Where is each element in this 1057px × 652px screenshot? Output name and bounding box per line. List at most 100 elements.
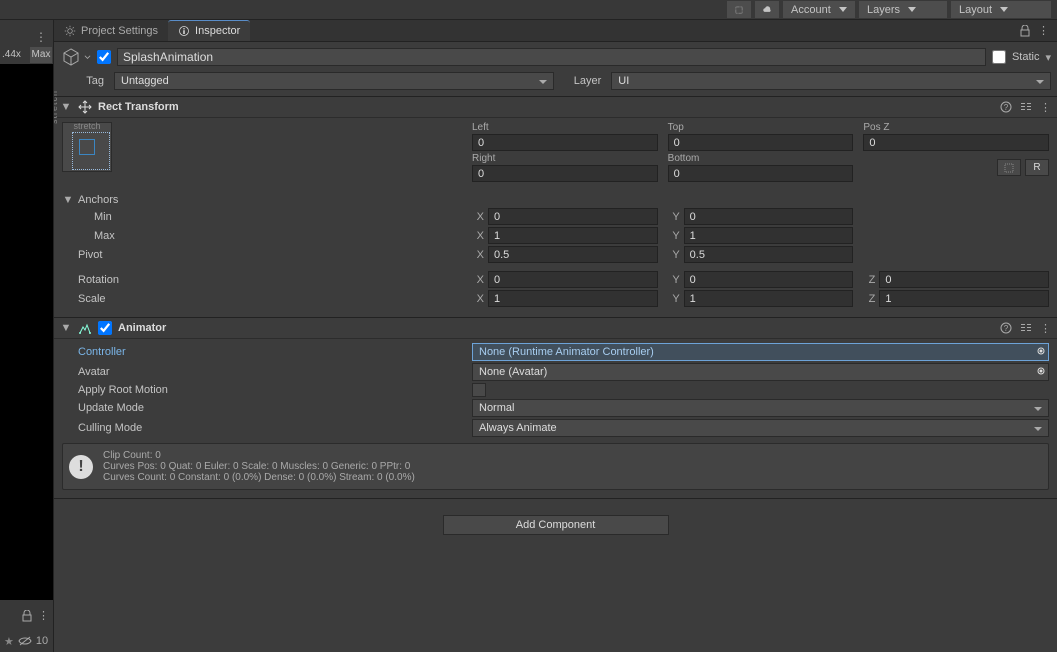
pivot-label: Pivot bbox=[62, 249, 472, 261]
layers-dropdown[interactable]: Layers bbox=[859, 1, 947, 18]
controller-label: Controller bbox=[62, 346, 472, 358]
posz-field[interactable] bbox=[863, 134, 1049, 151]
static-label: Static bbox=[1012, 51, 1040, 63]
component-menu-icon[interactable]: ⋮ bbox=[1040, 322, 1051, 335]
layout-dropdown[interactable]: Layout bbox=[951, 1, 1051, 18]
svg-text:?: ? bbox=[1004, 103, 1009, 112]
animator-header[interactable]: ▼ Animator ? ⋮ bbox=[54, 317, 1057, 339]
hidden-icon[interactable] bbox=[18, 636, 32, 646]
collab-icon[interactable] bbox=[727, 1, 751, 18]
preview-viewport bbox=[0, 64, 53, 600]
culling-mode-dropdown[interactable]: Always Animate bbox=[472, 419, 1049, 437]
rotation-x[interactable] bbox=[488, 271, 658, 288]
inspector-lock-icon[interactable] bbox=[1020, 25, 1030, 37]
avatar-label: Avatar bbox=[62, 366, 472, 378]
animator-body: Controller None (Runtime Animator Contro… bbox=[54, 339, 1057, 498]
anchor-min-label: Min bbox=[62, 211, 472, 223]
pivot-x[interactable] bbox=[488, 246, 658, 263]
anchors-foldout-icon[interactable]: ▼ bbox=[62, 194, 74, 206]
animator-title: Animator bbox=[118, 322, 994, 334]
apply-root-motion-checkbox[interactable] bbox=[472, 383, 486, 397]
animator-info-box: ! Clip Count: 0 Curves Pos: 0 Quat: 0 Eu… bbox=[62, 443, 1049, 490]
add-component-button[interactable]: Add Component bbox=[443, 515, 669, 535]
favorite-icon[interactable]: ★ bbox=[4, 635, 14, 648]
info-line1: Clip Count: 0 bbox=[103, 450, 415, 461]
tab-strip: Project Settings Inspector ⋮ bbox=[54, 20, 1057, 42]
inspector-menu-icon[interactable]: ⋮ bbox=[1038, 24, 1049, 37]
avatar-field[interactable]: None (Avatar) bbox=[472, 363, 1049, 381]
update-mode-dropdown[interactable]: Normal bbox=[472, 399, 1049, 417]
rotation-label: Rotation bbox=[62, 274, 472, 286]
account-dropdown[interactable]: Account bbox=[783, 1, 855, 18]
animator-icon bbox=[78, 321, 92, 335]
anchor-preset-button[interactable]: stretch stretch bbox=[62, 122, 112, 172]
scale-x[interactable] bbox=[488, 290, 658, 307]
bottom-field[interactable] bbox=[668, 165, 854, 182]
apply-root-motion-label: Apply Root Motion bbox=[62, 384, 472, 396]
rotation-z[interactable] bbox=[879, 271, 1049, 288]
left-panel: ⋮ .44x Max ⋮ ★ 10 bbox=[0, 20, 54, 652]
anchors-label: Anchors bbox=[78, 194, 118, 206]
gameobject-icon-dropdown[interactable] bbox=[84, 54, 91, 61]
culling-mode-label: Culling Mode bbox=[62, 422, 472, 434]
update-mode-label: Update Mode bbox=[62, 402, 472, 414]
hidden-count: 10 bbox=[36, 635, 48, 647]
object-picker-icon[interactable] bbox=[1032, 366, 1046, 380]
warning-icon: ! bbox=[69, 455, 93, 479]
help-icon[interactable]: ? bbox=[1000, 322, 1012, 335]
rotation-y[interactable] bbox=[684, 271, 854, 288]
gameobject-name-field[interactable] bbox=[117, 48, 986, 66]
anchor-max-label: Max bbox=[62, 230, 472, 242]
right-field[interactable] bbox=[472, 165, 658, 182]
gameobject-icon[interactable] bbox=[60, 46, 82, 68]
preset-icon[interactable] bbox=[1020, 322, 1032, 335]
lock-icon[interactable] bbox=[22, 610, 32, 622]
info-line2: Curves Pos: 0 Quat: 0 Euler: 0 Scale: 0 … bbox=[103, 461, 415, 472]
rect-transform-icon bbox=[78, 100, 92, 114]
blueprint-mode-button[interactable] bbox=[997, 159, 1021, 176]
panel-menu-icon-2[interactable]: ⋮ bbox=[38, 609, 49, 622]
scale-label: Scale bbox=[62, 293, 472, 305]
help-icon[interactable]: ? bbox=[1000, 101, 1012, 114]
component-menu-icon[interactable]: ⋮ bbox=[1040, 101, 1051, 114]
object-picker-icon[interactable] bbox=[1032, 346, 1046, 360]
foldout-icon[interactable]: ▼ bbox=[60, 101, 72, 113]
preset-icon[interactable] bbox=[1020, 101, 1032, 114]
pivot-y[interactable] bbox=[684, 246, 854, 263]
tag-dropdown[interactable]: Untagged bbox=[114, 72, 554, 90]
scale-value: .44x bbox=[2, 49, 21, 60]
left-field[interactable] bbox=[472, 134, 658, 151]
inspector-panel: Static ▾ Tag Untagged Layer UI ▼ Rect Tr… bbox=[54, 42, 1057, 652]
anchor-max-y[interactable] bbox=[684, 227, 854, 244]
gear-icon bbox=[64, 25, 76, 37]
info-icon bbox=[178, 25, 190, 37]
maximize-button[interactable]: Max bbox=[30, 47, 52, 63]
anchor-min-x[interactable] bbox=[488, 208, 658, 225]
layer-dropdown[interactable]: UI bbox=[611, 72, 1051, 90]
anchor-max-x[interactable] bbox=[488, 227, 658, 244]
rect-transform-body: stretch stretch Left Top Pos Z Right Bot… bbox=[54, 118, 1057, 317]
gameobject-header: Static ▾ bbox=[54, 42, 1057, 72]
tag-label: Tag bbox=[60, 75, 108, 87]
scale-z[interactable] bbox=[879, 290, 1049, 307]
gameobject-active-checkbox[interactable] bbox=[97, 50, 111, 64]
panel-menu-icon[interactable]: ⋮ bbox=[35, 30, 47, 44]
top-field[interactable] bbox=[668, 134, 854, 151]
scale-y[interactable] bbox=[684, 290, 854, 307]
anchor-min-y[interactable] bbox=[684, 208, 854, 225]
raw-edit-button[interactable]: R bbox=[1025, 159, 1049, 176]
info-line3: Curves Count: 0 Constant: 0 (0.0%) Dense… bbox=[103, 472, 415, 483]
tab-inspector[interactable]: Inspector bbox=[168, 20, 250, 41]
rect-transform-header[interactable]: ▼ Rect Transform ? ⋮ bbox=[54, 96, 1057, 118]
controller-field[interactable]: None (Runtime Animator Controller) bbox=[472, 343, 1049, 361]
tag-layer-row: Tag Untagged Layer UI bbox=[54, 72, 1057, 96]
rect-transform-title: Rect Transform bbox=[98, 101, 994, 113]
layer-label: Layer bbox=[560, 75, 606, 87]
tab-project-settings[interactable]: Project Settings bbox=[54, 20, 168, 41]
static-checkbox[interactable] bbox=[992, 50, 1006, 64]
svg-text:?: ? bbox=[1004, 324, 1009, 333]
cloud-icon[interactable] bbox=[755, 1, 779, 18]
foldout-icon[interactable]: ▼ bbox=[60, 322, 72, 334]
static-dropdown-icon[interactable]: ▾ bbox=[1045, 51, 1051, 64]
animator-enable-checkbox[interactable] bbox=[98, 321, 112, 335]
